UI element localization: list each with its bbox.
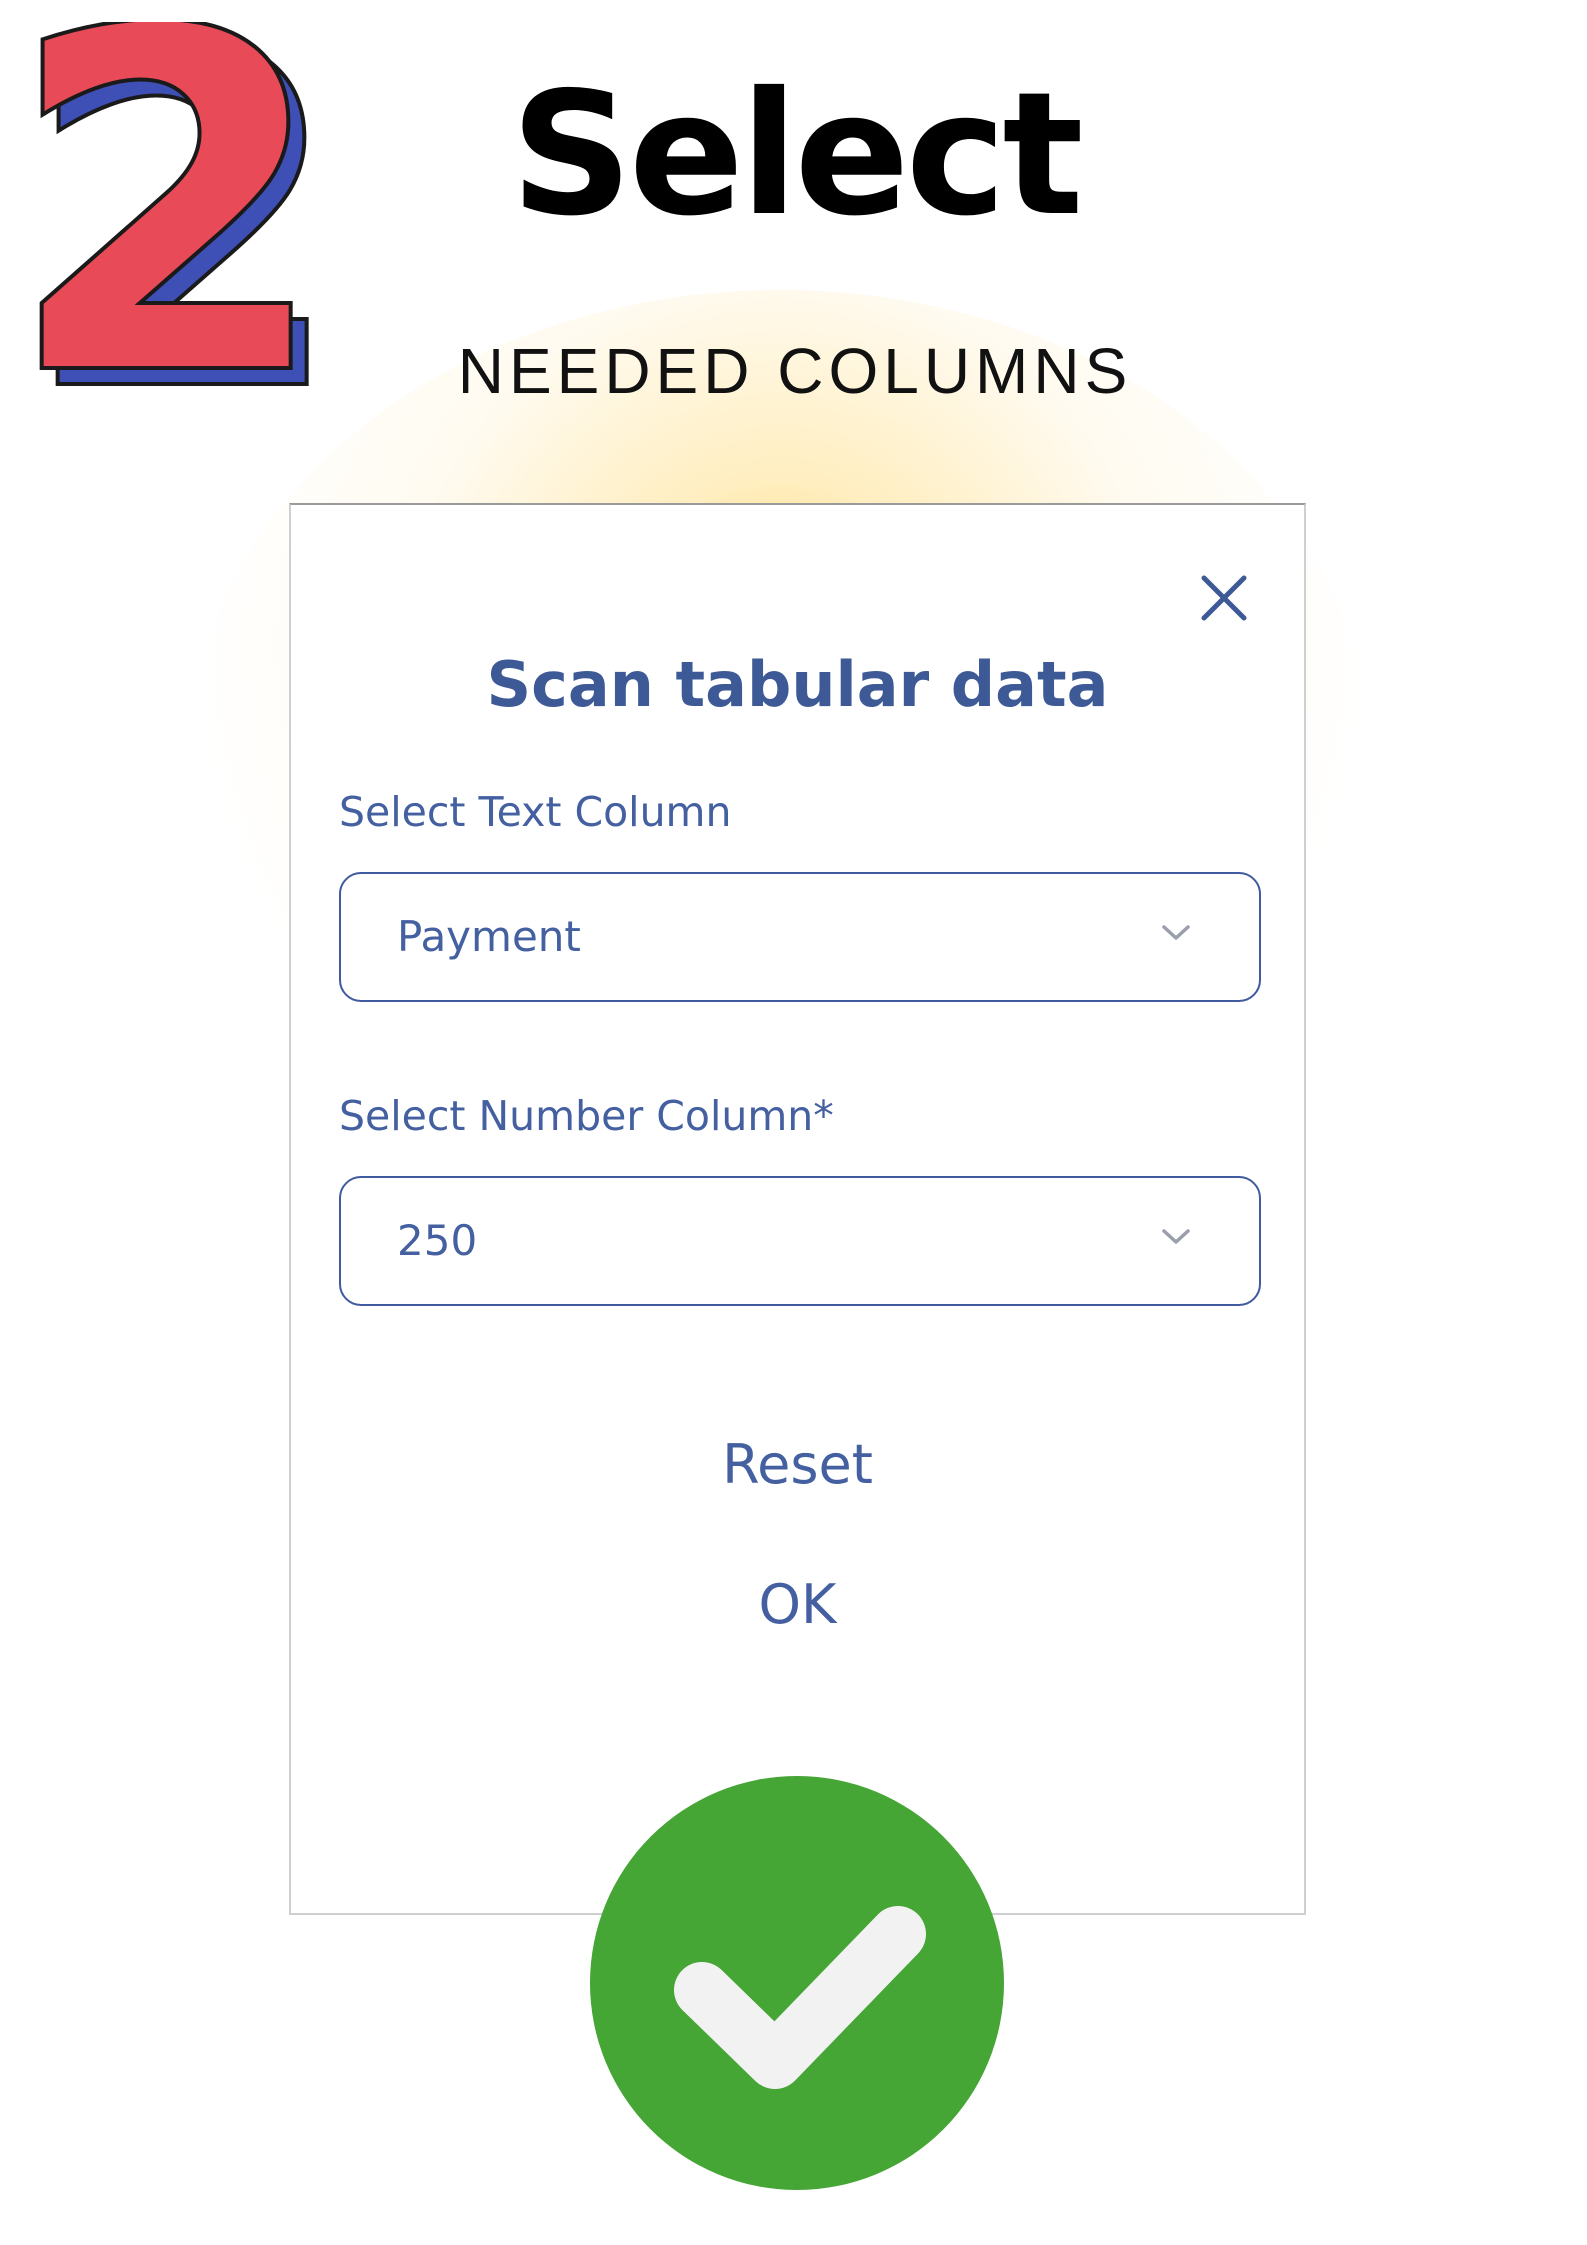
step-number-2-graphic: 2 2 bbox=[18, 22, 328, 422]
number-column-value: 250 bbox=[397, 1216, 478, 1265]
scan-tabular-data-dialog: Scan tabular data Select Text Column Pay… bbox=[289, 503, 1306, 1915]
text-column-value: Payment bbox=[397, 912, 581, 961]
number-column-label: Select Number Column* bbox=[339, 1092, 834, 1140]
reset-button[interactable]: Reset bbox=[291, 1433, 1304, 1496]
step-title: Select bbox=[510, 56, 1083, 254]
ok-button[interactable]: OK bbox=[291, 1573, 1304, 1636]
close-icon[interactable] bbox=[1194, 568, 1254, 628]
text-column-select[interactable]: Payment bbox=[339, 872, 1261, 1002]
check-badge bbox=[590, 1776, 1004, 2190]
svg-text:2: 2 bbox=[18, 22, 328, 422]
chevron-down-icon bbox=[1162, 925, 1190, 940]
step-subtitle: NEEDED COLUMNS bbox=[457, 335, 1133, 407]
text-column-label: Select Text Column bbox=[339, 788, 732, 836]
chevron-down-icon bbox=[1162, 1229, 1190, 1244]
dialog-title: Scan tabular data bbox=[486, 648, 1109, 721]
number-column-select[interactable]: 250 bbox=[339, 1176, 1261, 1306]
